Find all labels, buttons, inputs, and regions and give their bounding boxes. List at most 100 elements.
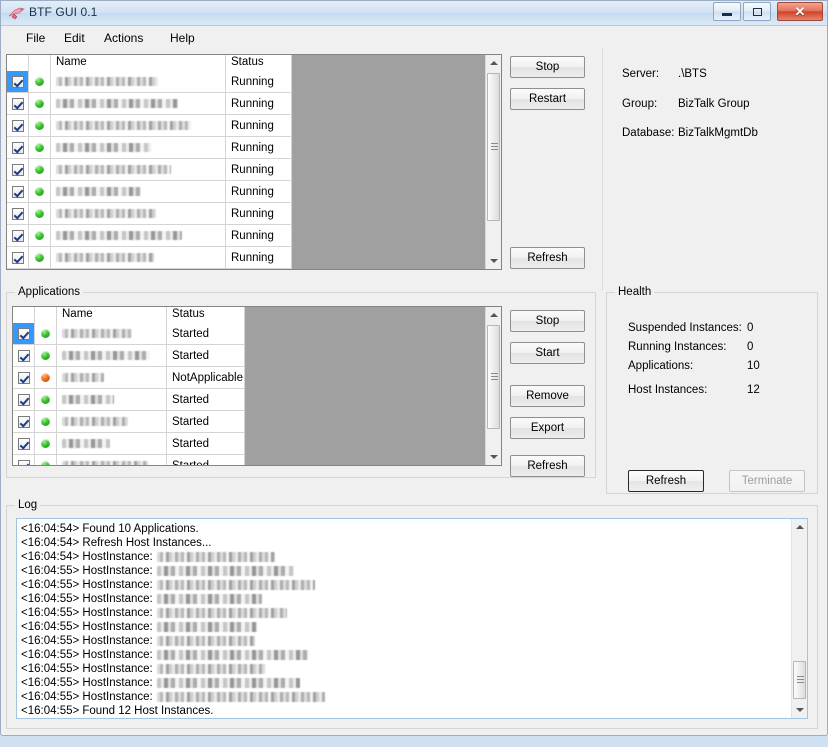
health-metric-value: 12 xyxy=(747,384,760,396)
row-checkbox-cell[interactable] xyxy=(7,115,29,136)
table-row[interactable]: Running xyxy=(7,137,292,159)
menu-item-help[interactable]: Help xyxy=(164,30,201,46)
row-checkbox-cell[interactable] xyxy=(13,345,35,366)
host-instances-grid[interactable]: Name Status Running Running Running Running R… xyxy=(6,54,502,270)
host-stop-button[interactable]: Stop xyxy=(510,56,585,78)
health-refresh-button[interactable]: Refresh xyxy=(628,470,704,492)
minimize-button[interactable] xyxy=(713,2,741,21)
checkbox-checked-icon[interactable] xyxy=(17,415,30,428)
row-checkbox-cell[interactable] xyxy=(7,71,29,92)
table-row[interactable]: Started xyxy=(13,323,245,345)
redacted-host-instance-name xyxy=(156,552,275,562)
menu-item-file[interactable]: File xyxy=(20,30,51,46)
scroll-up-icon[interactable] xyxy=(486,55,501,71)
host-instances-scrollbar[interactable] xyxy=(485,55,501,269)
checkbox-checked-icon[interactable] xyxy=(17,459,30,465)
checkbox-checked-icon[interactable] xyxy=(11,185,24,198)
row-checkbox-cell[interactable] xyxy=(7,181,29,202)
scroll-thumb[interactable] xyxy=(487,73,500,221)
host-refresh-button[interactable]: Refresh xyxy=(510,247,585,269)
table-row[interactable]: Running xyxy=(7,115,292,137)
row-checkbox-cell[interactable] xyxy=(13,367,35,388)
checkbox-checked-icon[interactable] xyxy=(11,163,24,176)
checkbox-checked-icon[interactable] xyxy=(11,97,24,110)
column-header-name[interactable]: Name xyxy=(51,55,226,71)
menu-item-edit[interactable]: Edit xyxy=(58,30,91,46)
scroll-thumb[interactable] xyxy=(793,661,806,699)
checkbox-checked-icon[interactable] xyxy=(11,229,24,242)
row-checkbox-cell[interactable] xyxy=(7,93,29,114)
scroll-down-icon[interactable] xyxy=(486,449,501,465)
column-header-blank1[interactable] xyxy=(35,307,57,323)
row-checkbox-cell[interactable] xyxy=(7,137,29,158)
row-checkbox-cell[interactable] xyxy=(13,455,35,465)
column-header-blank1[interactable] xyxy=(29,55,51,71)
maximize-button[interactable] xyxy=(743,2,771,21)
log-line: <16:04:55> HostInstance: xyxy=(21,564,789,578)
checkbox-checked-icon[interactable] xyxy=(17,437,30,450)
table-row[interactable]: Started xyxy=(13,389,245,411)
scroll-down-icon[interactable] xyxy=(792,702,807,718)
table-row[interactable]: Running xyxy=(7,159,292,181)
table-row[interactable]: Started xyxy=(13,433,245,455)
title-bar: BTF GUI 0.1 ✕ xyxy=(1,1,827,26)
applications-grid[interactable]: Name Status Started Started NotApplicable St… xyxy=(12,306,502,466)
row-name-cell xyxy=(51,203,226,224)
row-checkbox-cell[interactable] xyxy=(7,159,29,180)
table-row[interactable]: Running xyxy=(7,225,292,247)
checkbox-checked-icon[interactable] xyxy=(11,75,24,88)
checkbox-checked-icon[interactable] xyxy=(17,349,30,362)
log-line: <16:04:55> HostInstance: xyxy=(21,676,789,690)
checkbox-checked-icon[interactable] xyxy=(17,393,30,406)
scroll-up-icon[interactable] xyxy=(792,519,807,535)
scroll-up-icon[interactable] xyxy=(486,307,501,323)
status-green-icon xyxy=(35,143,44,152)
checkbox-checked-icon[interactable] xyxy=(11,251,24,264)
close-button[interactable]: ✕ xyxy=(777,2,823,21)
table-row[interactable]: Running xyxy=(7,203,292,225)
checkbox-checked-icon[interactable] xyxy=(17,371,30,384)
column-header-status[interactable]: Status xyxy=(167,307,245,323)
app-export-button[interactable]: Export xyxy=(510,417,585,439)
app-stop-button[interactable]: Stop xyxy=(510,310,585,332)
checkbox-checked-icon[interactable] xyxy=(11,141,24,154)
table-row[interactable]: Started xyxy=(13,411,245,433)
app-remove-button[interactable]: Remove xyxy=(510,385,585,407)
row-status-led-cell xyxy=(35,345,57,366)
checkbox-checked-icon[interactable] xyxy=(11,119,24,132)
row-checkbox-cell[interactable] xyxy=(13,389,35,410)
column-header-blank0[interactable] xyxy=(13,307,35,323)
table-row[interactable]: Running xyxy=(7,71,292,93)
app-refresh-button[interactable]: Refresh xyxy=(510,455,585,477)
table-row[interactable]: Running xyxy=(7,247,292,269)
column-header-blank0[interactable] xyxy=(7,55,29,71)
scroll-down-icon[interactable] xyxy=(486,253,501,269)
menu-item-actions[interactable]: Actions xyxy=(98,30,149,46)
row-checkbox-cell[interactable] xyxy=(13,411,35,432)
table-row[interactable]: Started xyxy=(13,345,245,367)
column-header-name[interactable]: Name xyxy=(57,307,167,323)
app-start-button[interactable]: Start xyxy=(510,342,585,364)
checkbox-checked-icon[interactable] xyxy=(11,207,24,220)
applications-scrollbar[interactable] xyxy=(485,307,501,465)
host-restart-button[interactable]: Restart xyxy=(510,88,585,110)
table-row[interactable]: Running xyxy=(7,93,292,115)
host-instances-rows[interactable]: Running Running Running Running Running Runni… xyxy=(7,71,292,269)
table-row[interactable]: Started xyxy=(13,455,245,465)
row-checkbox-cell[interactable] xyxy=(7,247,29,268)
redacted-name xyxy=(56,77,158,86)
table-row[interactable]: NotApplicable xyxy=(13,367,245,389)
log-textbox[interactable]: <16:04:54> Found 10 Applications. <16:04:… xyxy=(16,518,808,719)
row-checkbox-cell[interactable] xyxy=(7,203,29,224)
log-scrollbar[interactable] xyxy=(791,519,807,718)
row-checkbox-cell[interactable] xyxy=(7,225,29,246)
row-checkbox-cell[interactable] xyxy=(13,433,35,454)
checkbox-checked-icon[interactable] xyxy=(17,327,30,340)
applications-rows[interactable]: Started Started NotApplicable Started Starte… xyxy=(13,323,245,465)
row-name-cell xyxy=(51,93,226,114)
table-row[interactable]: Running xyxy=(7,181,292,203)
row-checkbox-cell[interactable] xyxy=(13,323,35,344)
scroll-thumb[interactable] xyxy=(487,325,500,429)
column-header-status[interactable]: Status xyxy=(226,55,292,71)
row-status-cell: Started xyxy=(167,433,245,454)
